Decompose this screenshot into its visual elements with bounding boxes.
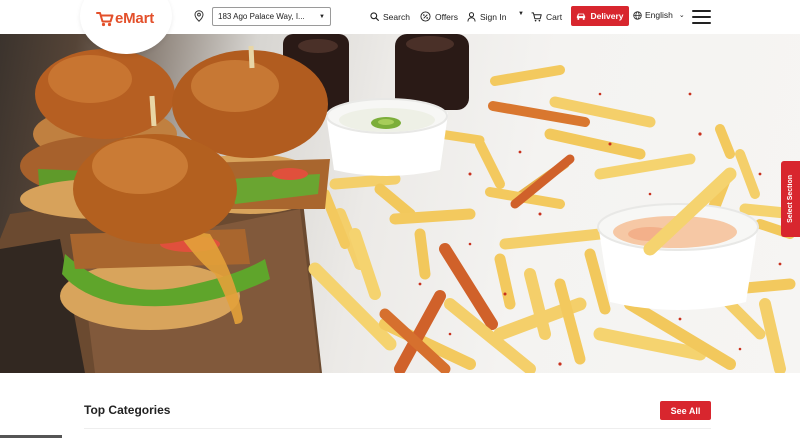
hero-food-image xyxy=(0,34,800,373)
hamburger-menu-icon[interactable] xyxy=(692,10,711,24)
chevron-down-icon: ⌄ xyxy=(678,12,685,19)
delivery-button-label: Delivery xyxy=(590,11,624,21)
nav-offers[interactable]: Offers xyxy=(420,10,458,23)
language-label: English xyxy=(645,10,673,20)
car-icon xyxy=(577,13,586,20)
top-navbar: eMart 183 Ago Palace Way, I... ▼ Search … xyxy=(0,0,800,54)
search-icon xyxy=(370,12,379,21)
globe-icon xyxy=(633,10,642,20)
user-icon xyxy=(467,11,476,22)
address-select[interactable]: 183 Ago Palace Way, I... ▼ xyxy=(212,7,331,26)
location-pin-icon xyxy=(194,10,204,22)
hero-banner: Select Section xyxy=(0,34,800,373)
nav-sign-in[interactable]: Sign In xyxy=(467,10,506,23)
language-select[interactable]: English ⌄ xyxy=(633,10,685,20)
address-value: 183 Ago Palace Way, I... xyxy=(218,12,305,21)
delivery-button[interactable]: Delivery xyxy=(571,6,629,26)
nav-cart-label: Cart xyxy=(546,11,563,22)
top-categories-heading: Top Categories xyxy=(84,403,171,417)
nav-sign-in-label: Sign In xyxy=(480,11,507,22)
emart-logo[interactable]: eMart xyxy=(96,10,154,27)
nav-search[interactable]: Search xyxy=(370,10,410,23)
chevron-down-icon: ▼ xyxy=(319,13,325,20)
cart-icon xyxy=(531,11,542,21)
logo-text: eMart xyxy=(115,10,155,27)
nav-search-label: Search xyxy=(383,11,410,22)
section-divider xyxy=(84,428,711,429)
offer-badge-icon xyxy=(420,11,431,22)
see-all-button[interactable]: See All xyxy=(660,401,711,420)
logo-cart-icon xyxy=(96,11,114,26)
signin-dropdown-icon[interactable]: ▼ xyxy=(518,11,524,17)
select-section-label: Select Section xyxy=(787,175,794,223)
nav-offers-label: Offers xyxy=(435,11,458,22)
select-section-tab[interactable]: Select Section xyxy=(781,161,800,237)
nav-cart[interactable]: Cart xyxy=(531,10,562,23)
